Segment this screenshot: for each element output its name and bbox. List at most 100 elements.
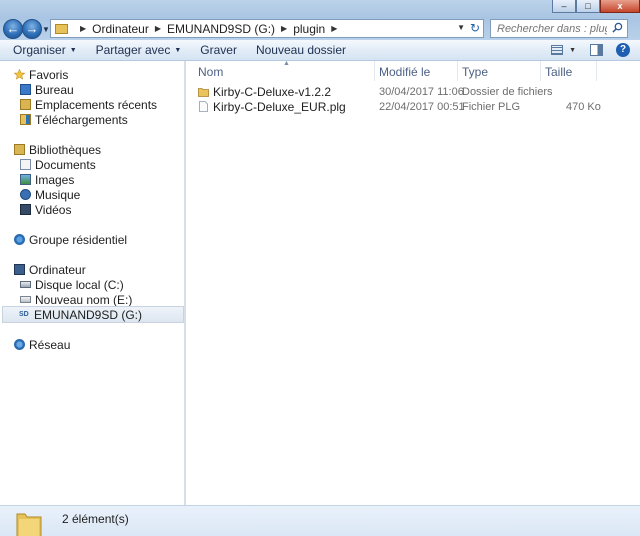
sidebar-libraries[interactable]: Bibliothèques <box>14 142 101 157</box>
status-bar: 2 élément(s) <box>0 505 640 536</box>
sidebar-item-documents[interactable]: Documents <box>20 157 96 172</box>
search-box[interactable] <box>490 19 628 38</box>
recent-pages-dropdown-icon[interactable]: ▼ <box>42 25 50 34</box>
new-folder-label: Nouveau dossier <box>255 43 347 57</box>
column-header-name[interactable]: Nom <box>198 65 223 79</box>
sidebar-favorites[interactable]: Favoris <box>14 67 68 82</box>
chevron-right-icon[interactable]: ▶ <box>331 24 337 33</box>
downloads-icon <box>20 114 31 125</box>
file-name: Kirby-C-Deluxe_EUR.plg <box>213 100 346 114</box>
file-size: 470 Ko <box>566 101 601 113</box>
sidebar-homegroup[interactable]: Groupe résidentiel <box>14 232 127 247</box>
column-divider[interactable] <box>374 61 375 81</box>
sidebar-item-label: Vidéos <box>35 202 72 217</box>
table-row[interactable]: Kirby-C-Deluxe_EUR.plg 22/04/2017 00:51 … <box>198 100 601 115</box>
address-bar[interactable]: ▶ Ordinateur ▶ EMUNAND9SD (G:) ▶ plugin … <box>50 19 484 38</box>
sidebar-item-label: Documents <box>35 157 96 172</box>
sidebar-item-label: Bibliothèques <box>29 142 102 157</box>
sidebar-item-label: Favoris <box>29 67 69 82</box>
sidebar-item-label: Ordinateur <box>29 262 86 277</box>
preview-pane-icon[interactable] <box>590 44 603 56</box>
sidebar-item-local-disk-c[interactable]: Disque local (C:) <box>20 277 124 292</box>
table-row[interactable]: Kirby-C-Deluxe-v1.2.2 30/04/2017 11:06 D… <box>198 85 598 100</box>
burn-button[interactable]: Graver <box>200 43 237 57</box>
sidebar-item-label: Téléchargements <box>35 112 128 127</box>
breadcrumb-plugin[interactable]: plugin <box>293 22 325 36</box>
search-input[interactable] <box>497 22 607 35</box>
sidebar-item-desktop[interactable]: Bureau <box>20 82 74 97</box>
file-type: Dossier de fichiers <box>462 86 553 98</box>
share-button[interactable]: Partager avec ▼ <box>96 43 182 57</box>
recent-places-icon <box>20 99 31 110</box>
view-controls: ▼ ? <box>551 43 630 57</box>
libraries-icon <box>14 144 25 155</box>
new-folder-button[interactable]: Nouveau dossier <box>256 43 346 57</box>
column-header-type[interactable]: Type <box>462 65 488 79</box>
item-count: 2 élément(s) <box>62 512 129 526</box>
maximize-button[interactable]: □ <box>576 0 600 13</box>
sidebar-item-label: EMUNAND9SD (G:) <box>34 307 143 322</box>
star-icon <box>14 69 25 80</box>
sd-card-icon: SD <box>19 310 29 318</box>
help-icon[interactable]: ? <box>616 43 630 57</box>
sidebar-item-label: Nouveau nom (E:) <box>35 292 133 307</box>
videos-icon <box>20 204 31 215</box>
sidebar-item-label: Groupe résidentiel <box>29 232 128 247</box>
network-icon <box>14 339 25 350</box>
organize-button[interactable]: Organiser ▼ <box>13 43 77 57</box>
file-modified: 30/04/2017 11:06 <box>379 86 464 98</box>
file-name: Kirby-C-Deluxe-v1.2.2 <box>213 85 332 99</box>
close-button[interactable]: x <box>600 0 640 13</box>
sidebar-computer[interactable]: Ordinateur <box>14 262 86 277</box>
folder-icon <box>198 88 209 97</box>
desktop-icon <box>20 84 31 95</box>
file-icon <box>199 101 208 112</box>
drive-icon <box>20 296 31 303</box>
view-details-icon[interactable] <box>551 45 564 55</box>
homegroup-icon <box>14 234 25 245</box>
navigation-pane: Favoris Bureau Emplacements récents Télé… <box>0 61 185 505</box>
back-button[interactable]: ← <box>3 19 23 39</box>
sidebar-item-music[interactable]: Musique <box>20 187 80 202</box>
documents-icon <box>20 159 31 170</box>
sidebar-item-label: Réseau <box>29 337 71 352</box>
sidebar-item-emunand9sd[interactable]: SD EMUNAND9SD (G:) <box>2 306 184 323</box>
file-list: ▲ Nom Modifié le Type Taille Kirby-C-Del… <box>186 60 640 505</box>
column-header-modified[interactable]: Modifié le <box>379 65 430 79</box>
sidebar-item-downloads[interactable]: Téléchargements <box>20 112 128 127</box>
breadcrumb-drive[interactable]: EMUNAND9SD (G:) <box>167 22 275 36</box>
sidebar-network[interactable]: Réseau <box>14 337 70 352</box>
sidebar-item-label: Musique <box>35 187 81 202</box>
sidebar-item-images[interactable]: Images <box>20 172 74 187</box>
file-type: Fichier PLG <box>462 101 521 113</box>
column-divider[interactable] <box>596 61 597 81</box>
burn-label: Graver <box>200 43 237 57</box>
window-controls: – □ x <box>552 0 640 14</box>
refresh-button[interactable]: ↻ <box>470 21 480 35</box>
column-divider[interactable] <box>540 61 541 81</box>
chevron-right-icon[interactable]: ▶ <box>281 24 287 33</box>
share-label: Partager avec <box>95 43 171 57</box>
sidebar-item-drive-e[interactable]: Nouveau nom (E:) <box>20 292 132 307</box>
images-icon <box>20 174 31 185</box>
breadcrumb-computer[interactable]: Ordinateur <box>92 22 149 36</box>
column-headers: ▲ Nom Modifié le Type Taille <box>186 60 640 81</box>
minimize-button[interactable]: – <box>552 0 576 13</box>
chevron-down-icon: ▼ <box>174 46 182 54</box>
file-modified: 22/04/2017 00:51 <box>379 101 465 113</box>
column-divider[interactable] <box>457 61 458 81</box>
sidebar-item-videos[interactable]: Vidéos <box>20 202 71 217</box>
column-header-size[interactable]: Taille <box>545 65 572 79</box>
title-bar: – □ x ← → ▼ ▶ Ordinateur ▶ EMUNAND9SD (G… <box>0 0 640 40</box>
chevron-right-icon[interactable]: ▶ <box>80 24 86 33</box>
folder-icon <box>16 513 42 536</box>
sidebar-item-recent-places[interactable]: Emplacements récents <box>20 97 157 112</box>
chevron-down-icon: ▼ <box>69 46 77 54</box>
search-icon[interactable] <box>612 22 623 33</box>
address-dropdown-icon[interactable]: ▼ <box>457 23 465 32</box>
chevron-down-icon[interactable]: ▼ <box>569 47 576 54</box>
hard-drive-icon <box>20 281 31 288</box>
folder-icon <box>55 23 68 34</box>
chevron-right-icon[interactable]: ▶ <box>155 24 161 33</box>
forward-button[interactable]: → <box>22 19 42 39</box>
